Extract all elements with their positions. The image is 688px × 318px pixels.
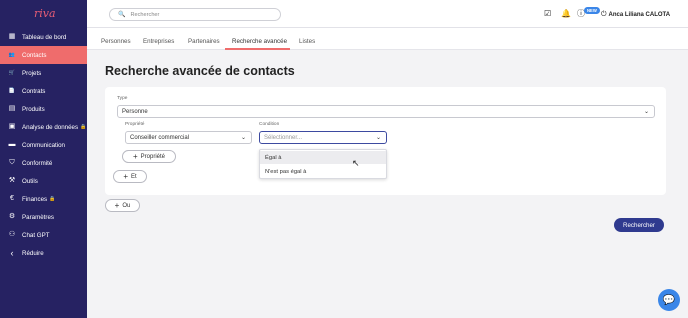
users-icon: 👥 (8, 52, 16, 58)
sidebar-item-label: Finances (22, 195, 48, 203)
tab-bar: Personnes Entreprises Partenaires Recher… (87, 28, 688, 50)
tools-icon: ⚒ (8, 177, 16, 184)
type-select[interactable]: Personne ⌄ (117, 105, 655, 118)
search-placeholder: Rechercher (130, 11, 160, 18)
sidebar-item-label: Produits (22, 105, 45, 113)
mouse-cursor-icon: ↖ (352, 158, 360, 168)
dropdown-option-egal[interactable]: Égal à (260, 151, 386, 164)
sidebar-item-parametres[interactable]: ⚙ Paramètres (0, 208, 87, 226)
and-button[interactable]: + Et (113, 170, 147, 183)
new-badge: NEW (584, 7, 600, 14)
condition-placeholder: Sélectionner... (264, 134, 303, 141)
sidebar-item-label: Communication (22, 141, 65, 149)
sidebar-item-projets[interactable]: 🛒 Projets (0, 64, 87, 82)
sidebar-item-contrats[interactable]: 📄 Contrats (0, 82, 87, 100)
search-icon: 🔍 (118, 12, 126, 18)
sidebar-item-label: Réduire (22, 249, 44, 257)
search-button[interactable]: Rechercher (614, 218, 664, 232)
gear-icon: ⚙ (8, 213, 16, 220)
condition-label: Condition (259, 122, 280, 127)
property-value: Conseiller commercial (130, 134, 190, 141)
sidebar-item-analyse[interactable]: ▣ Analyse de données 🔒 (0, 118, 87, 136)
sidebar-item-label: Conformité (22, 159, 53, 167)
chat-support-icon[interactable]: 💬 (658, 289, 680, 311)
add-property-label: Propriété (140, 153, 166, 160)
sidebar-item-label: Paramètres (22, 213, 54, 221)
task-check-icon[interactable]: ☑ (544, 10, 551, 18)
sidebar-item-label: Outils (22, 177, 38, 185)
main-content: 🔍 Rechercher ☑ 🔔 ⓘ NEW ⏻ Anca Liliana CAL… (87, 0, 688, 318)
lock-icon: 🔒 (80, 124, 87, 130)
tab-entreprises[interactable]: Entreprises (143, 38, 174, 45)
dashboard-icon: ▦ (8, 33, 16, 40)
sidebar-item-label: Analyse de données (22, 123, 79, 131)
sidebar: riva ▦ Tableau de bord 👥 Contacts 🛒 Proj… (0, 0, 87, 318)
document-icon: 📄 (8, 88, 16, 94)
sidebar-item-produits[interactable]: ▤ Produits (0, 100, 87, 118)
power-icon[interactable]: ⏻ (601, 11, 607, 18)
sidebar-item-finances[interactable]: € Finances 🔒 (0, 190, 87, 208)
chevron-down-icon: ⌄ (240, 135, 246, 141)
chevron-down-icon: ⌄ (375, 135, 381, 141)
tab-recherche-avancee[interactable]: Recherche avancée (232, 38, 287, 45)
type-value: Personne (122, 108, 148, 115)
top-bar: 🔍 Rechercher ☑ 🔔 ⓘ NEW ⏻ Anca Liliana CAL… (87, 0, 688, 28)
robot-icon: ⚇ (8, 231, 16, 238)
type-label: Type (117, 96, 128, 101)
box-icon: ▤ (8, 105, 16, 112)
plus-icon: + (114, 200, 120, 210)
euro-icon: € (10, 195, 14, 202)
page-title: Recherche avancée de contacts (105, 64, 295, 78)
shield-icon: ⛉ (9, 159, 15, 166)
sidebar-item-label: Projets (22, 69, 42, 77)
cart-icon: 🛒 (8, 70, 16, 76)
active-tab-indicator (225, 48, 290, 50)
dropdown-option-pas-egal[interactable]: N'est pas égal à (260, 165, 386, 178)
search-input[interactable]: 🔍 Rechercher (109, 8, 281, 21)
sidebar-item-label: Chat GPT (22, 231, 50, 239)
sidebar-item-outils[interactable]: ⚒ Outils (0, 172, 87, 190)
sidebar-item-conformite[interactable]: ⛉ Conformité (0, 154, 87, 172)
message-icon: ▬ (8, 141, 16, 148)
chevron-down-icon: ⌄ (643, 109, 649, 115)
and-label: Et (131, 173, 137, 180)
plus-icon: + (132, 151, 138, 161)
sidebar-item-label: Contrats (22, 87, 46, 95)
sidebar-item-chatgpt[interactable]: ⚇ Chat GPT (0, 226, 87, 244)
chart-icon: ▣ (8, 123, 16, 130)
or-label: Ou (122, 202, 131, 209)
plus-icon: + (123, 171, 128, 181)
condition-select[interactable]: Sélectionner... ⌄ (259, 131, 387, 144)
bell-icon[interactable]: 🔔 (561, 10, 571, 18)
property-select[interactable]: Conseiller commercial ⌄ (125, 131, 252, 144)
add-property-button[interactable]: + Propriété (122, 150, 176, 163)
chevron-left-icon: ‹ (10, 248, 14, 258)
user-menu[interactable]: ⏻ Anca Liliana CALOTA (601, 11, 670, 19)
sidebar-item-label: Contacts (22, 51, 47, 59)
sidebar-item-dashboard[interactable]: ▦ Tableau de bord (0, 28, 87, 46)
sidebar-item-reduire[interactable]: ‹ Réduire (0, 244, 87, 262)
condition-dropdown: Égal à N'est pas égal à (259, 149, 387, 179)
lock-icon: 🔒 (49, 196, 56, 202)
sidebar-item-communication[interactable]: ▬ Communication (0, 136, 87, 154)
app-logo[interactable]: riva (34, 7, 56, 21)
user-name: Anca Liliana CALOTA (608, 12, 671, 18)
tab-partenaires[interactable]: Partenaires (188, 38, 220, 45)
tab-listes[interactable]: Listes (299, 38, 315, 45)
or-button[interactable]: + Ou (105, 199, 140, 212)
tab-personnes[interactable]: Personnes (101, 38, 131, 45)
sidebar-item-contacts[interactable]: 👥 Contacts (0, 46, 87, 64)
sidebar-item-label: Tableau de bord (22, 33, 67, 41)
property-label: Propriété (125, 122, 145, 127)
